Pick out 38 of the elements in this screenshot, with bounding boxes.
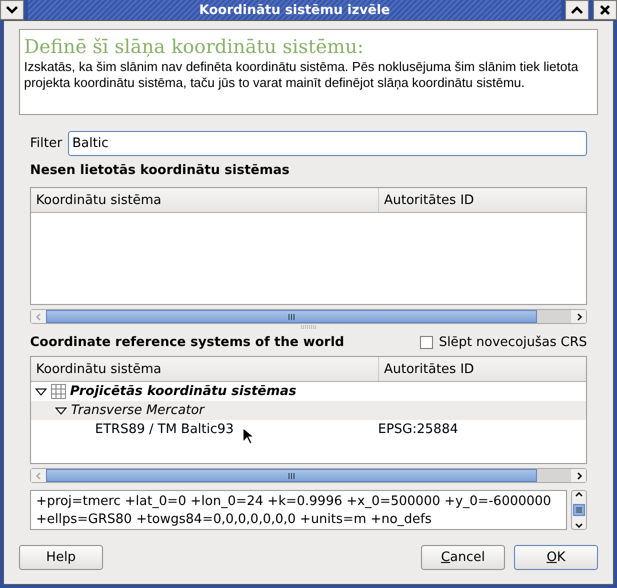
info-text: Izskatās, ka šim slānim nav definēta koordinātu sistēma. Pēs noklusējuma šim slānim tiek lietota projekta koordinātu sistēma, taču jūs to varat mainīt definējot slāņa koordinātu sistēmu. xyxy=(24,59,580,91)
crs-name: ETRS89 / TM Baltic93 xyxy=(94,422,234,437)
column-header[interactable]: Koordinātu sistēma xyxy=(31,357,378,381)
checkbox[interactable] xyxy=(420,336,433,348)
close-button[interactable] xyxy=(593,0,617,20)
horizontal-scrollbar[interactable] xyxy=(30,468,587,483)
close-icon xyxy=(600,5,610,15)
maximize-button[interactable] xyxy=(565,0,589,20)
expanded-arrow-icon[interactable] xyxy=(35,386,47,396)
column-header[interactable]: Autoritātes ID xyxy=(378,188,586,212)
column-header[interactable]: Koordinātu sistēma xyxy=(31,188,378,212)
tree-row[interactable]: Transverse Mercator xyxy=(31,401,586,420)
scroll-thumb[interactable] xyxy=(573,504,585,516)
filter-label: Filter xyxy=(30,136,62,151)
vertical-scrollbar[interactable] xyxy=(571,490,587,530)
info-heading: Definē šī slāņa koordinātu sistēmu: xyxy=(24,35,365,59)
scroll-thumb[interactable] xyxy=(46,310,537,323)
scroll-thumb[interactable] xyxy=(46,469,537,482)
authority-id: EPSG:25884 xyxy=(378,422,458,437)
window-title: Koordinātu sistēmu izvēle xyxy=(28,0,561,20)
cancel-button[interactable]: Cancel xyxy=(421,545,505,570)
expanded-arrow-icon[interactable] xyxy=(55,406,67,416)
tree-group-label: Projicētās koordinātu sistēmas xyxy=(70,384,296,399)
section-heading: Nesen lietotās koordinātu sistēmas xyxy=(30,163,291,180)
down-chevron-icon xyxy=(6,6,18,14)
proj-definition-text: +proj=tmerc +lat_0=0 +lon_0=24 +k=0.9996 +x_0=500000 +y_0=-6000000 +ellps=GRS80 +towgs84=0,0,0,0,0,0,0 +units=m +no_defs xyxy=(30,490,567,530)
filter-field[interactable]: Baltic xyxy=(68,131,587,156)
splitter-handle-icon[interactable] xyxy=(300,325,318,329)
horizontal-scrollbar[interactable] xyxy=(30,309,587,324)
window-menu-button[interactable] xyxy=(0,0,24,20)
up-chevron-icon xyxy=(571,6,583,14)
grid-icon xyxy=(51,384,66,399)
ok-button[interactable]: OK xyxy=(514,545,598,570)
tree-group-label: Transverse Mercator xyxy=(71,403,204,418)
help-button[interactable]: Help xyxy=(19,545,103,570)
column-header[interactable]: Autoritātes ID xyxy=(378,357,586,381)
mouse-pointer-icon xyxy=(242,427,254,445)
section-heading: Coordinate reference systems of the world xyxy=(30,334,344,350)
